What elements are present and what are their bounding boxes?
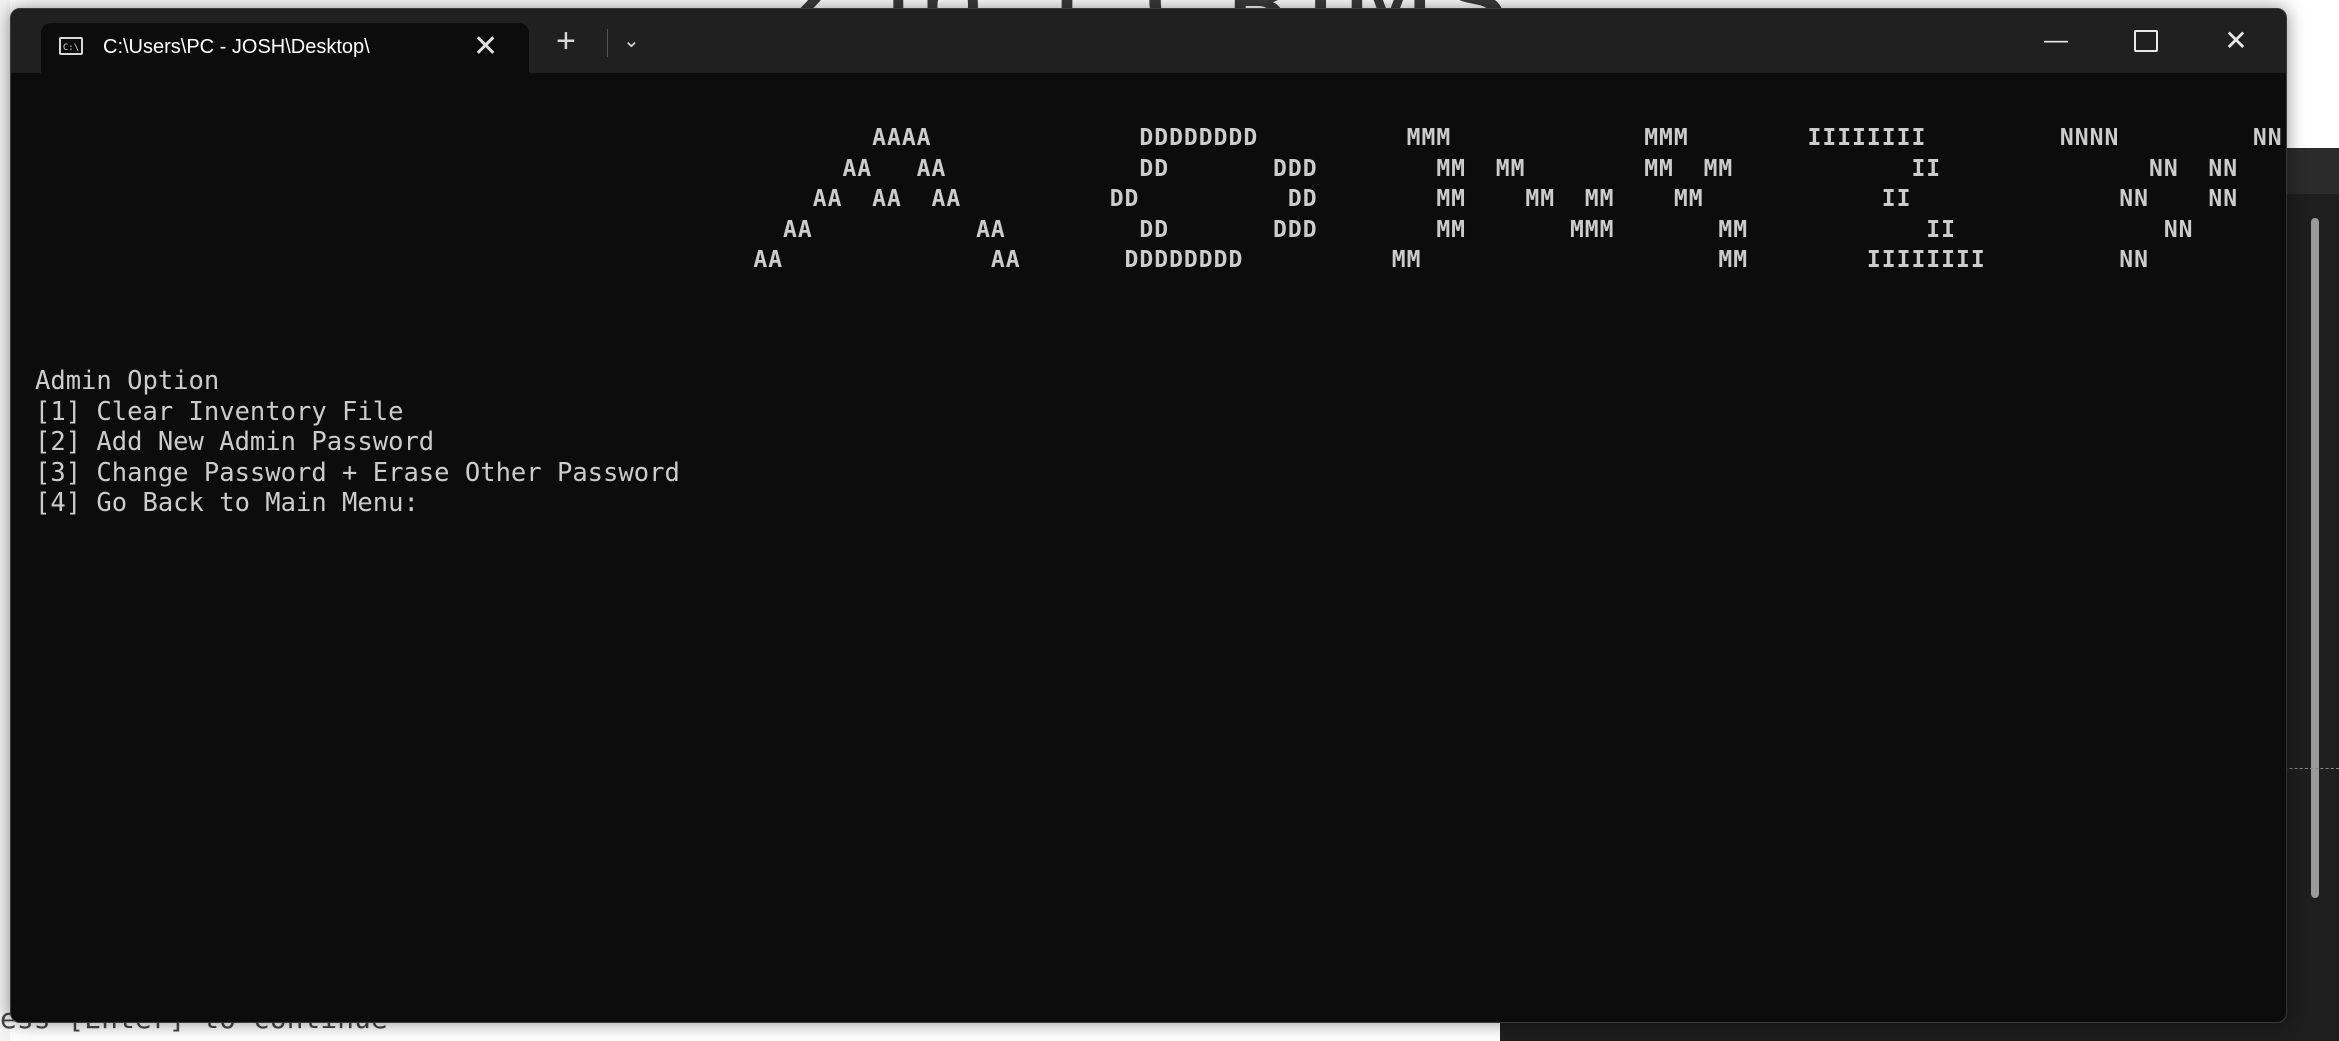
background-scrollbar[interactable] bbox=[2311, 218, 2319, 898]
banner-line: AA AA DD DDD MM MMM MM II NN NN NN bbox=[11, 216, 2287, 243]
terminal-window[interactable]: C:\ C:\Users\PC - JOSH\Desktop\ ✕ + ⌄ — … bbox=[10, 8, 2287, 1023]
new-tab-button[interactable]: + bbox=[556, 23, 576, 59]
minimize-button[interactable]: — bbox=[2011, 9, 2101, 73]
console-icon: C:\ bbox=[59, 37, 83, 55]
menu-item-add-password: [2] Add New Admin Password bbox=[35, 427, 435, 457]
maximize-icon bbox=[2134, 29, 2158, 52]
tab-title: C:\Users\PC - JOSH\Desktop\ bbox=[103, 36, 370, 58]
banner-line: AAAA DDDDDDDD MMM MMM IIIIIIII NNNN NN bbox=[11, 125, 2283, 151]
menu-heading: Admin Option bbox=[35, 366, 220, 396]
banner-line: AA AA AA DD DD MM MM MM MM II NN NN NN bbox=[11, 186, 2287, 212]
banner-line: AA AA DD DDD MM MM MM MM II NN NN NN bbox=[11, 155, 2287, 182]
ascii-banner: AAAA DDDDDDDD MMM MMM IIIIIIII NNNN NN A… bbox=[11, 123, 2287, 276]
admin-menu: Admin Option [1] Clear Inventory File [2… bbox=[35, 366, 680, 519]
terminal-tab[interactable]: C:\ C:\Users\PC - JOSH\Desktop\ ✕ bbox=[41, 23, 529, 73]
title-bar[interactable]: C:\ C:\Users\PC - JOSH\Desktop\ ✕ + ⌄ — … bbox=[11, 9, 2286, 73]
menu-item-clear-inventory: [1] Clear Inventory File bbox=[35, 396, 404, 427]
tab-divider bbox=[607, 29, 608, 57]
terminal-output[interactable]: AAAA DDDDDDDD MMM MMM IIIIIIII NNNN NN A… bbox=[11, 73, 2286, 1022]
close-button[interactable]: ✕ bbox=[2191, 9, 2281, 73]
chevron-down-icon[interactable]: ⌄ bbox=[623, 23, 640, 59]
banner-line: AA AA DDDDDDDD MM MM IIIIIIII NN NNN bbox=[11, 247, 2287, 273]
tab-close-icon[interactable]: ✕ bbox=[473, 29, 498, 65]
menu-item-back: [4] Go Back to Main Menu: bbox=[35, 488, 419, 518]
menu-item-change-password: [3] Change Password + Erase Other Passwo… bbox=[35, 457, 680, 488]
background-divider bbox=[2279, 768, 2339, 769]
maximize-button[interactable] bbox=[2101, 9, 2191, 73]
background-left-edge bbox=[0, 0, 10, 1041]
